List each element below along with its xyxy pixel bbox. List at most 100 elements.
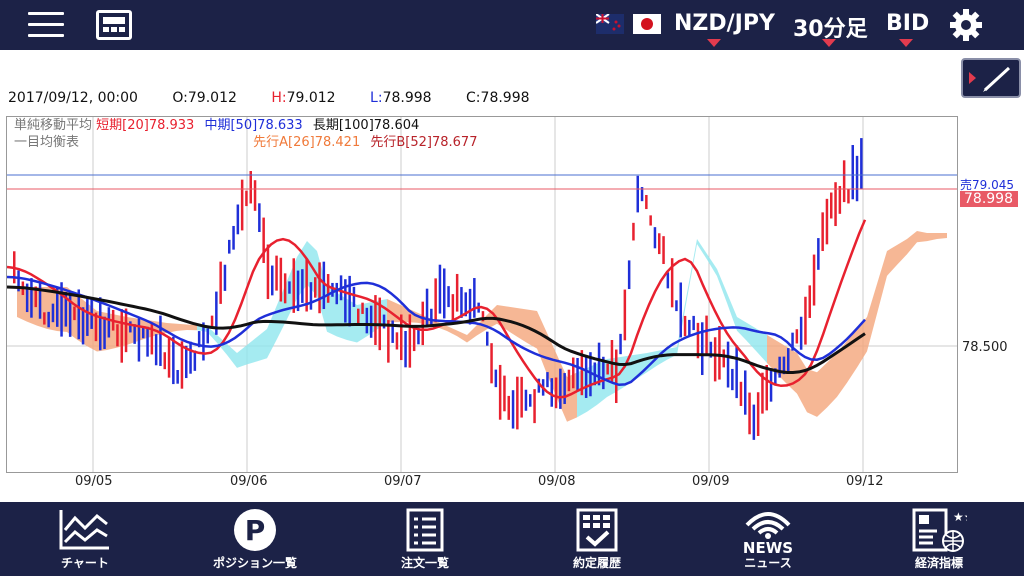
candlestick-chart xyxy=(6,117,957,472)
ichimoku-cloud xyxy=(867,284,877,352)
candlestick xyxy=(623,289,627,341)
candlestick xyxy=(584,355,588,398)
candlestick xyxy=(357,308,360,325)
candlestick xyxy=(417,328,420,345)
nav-executions-label: 約定履歴 xyxy=(572,556,621,570)
candlestick xyxy=(60,282,63,337)
candlestick xyxy=(795,329,799,344)
candlestick xyxy=(292,258,295,313)
candlestick xyxy=(494,369,498,388)
candlestick xyxy=(821,212,824,252)
price-level-label: 78.500 xyxy=(962,340,1008,355)
candlestick xyxy=(47,311,50,328)
x-label: 09/06 xyxy=(230,474,268,489)
menu-icon[interactable] xyxy=(28,10,68,40)
candlestick xyxy=(662,236,665,264)
candlestick xyxy=(649,215,652,226)
candlestick xyxy=(301,269,304,303)
candlestick xyxy=(627,260,631,290)
ohlc-open: O:79.012 xyxy=(172,90,237,106)
candlestick xyxy=(30,278,33,318)
x-label: 09/09 xyxy=(692,474,730,489)
candlestick xyxy=(314,277,317,298)
ichimoku-cloud xyxy=(177,323,187,331)
candlestick xyxy=(124,308,128,353)
drawing-tool-button[interactable] xyxy=(961,58,1021,98)
svg-text:NEWS: NEWS xyxy=(743,539,793,553)
candlestick xyxy=(129,321,132,333)
candlestick xyxy=(679,282,682,338)
candlestick xyxy=(404,330,407,368)
nav-news[interactable]: NEWS ニュース xyxy=(703,506,833,576)
ichimoku-cloud xyxy=(717,269,727,303)
candlestick xyxy=(206,328,209,344)
candlestick xyxy=(176,370,179,384)
ichimoku-cloud xyxy=(457,330,467,343)
nav-executions[interactable]: 約定履歴 xyxy=(532,506,662,576)
candlestick xyxy=(658,233,661,255)
nav-chart[interactable]: チャート xyxy=(20,506,150,576)
candlestick xyxy=(137,318,141,362)
candlestick xyxy=(451,294,455,320)
candlestick xyxy=(279,257,283,302)
ichimoku-cloud xyxy=(877,251,887,314)
candlestick xyxy=(705,315,708,356)
candlestick xyxy=(855,155,859,202)
candlestick xyxy=(752,404,756,440)
nav-economic-indicators[interactable]: ★★ 経済指標 xyxy=(874,506,1004,576)
candlestick xyxy=(722,349,725,368)
candlestick xyxy=(546,372,549,388)
candlestick xyxy=(262,217,265,264)
news-icon: NEWS xyxy=(703,506,833,554)
price-chart[interactable] xyxy=(6,116,958,473)
gear-icon[interactable] xyxy=(948,7,984,43)
x-label: 09/08 xyxy=(538,474,576,489)
candlestick xyxy=(395,332,399,350)
nav-positions[interactable]: P ポジション一覧 xyxy=(190,506,320,576)
candlestick xyxy=(369,305,373,338)
ichimoku-cloud xyxy=(897,239,907,265)
candlestick xyxy=(550,378,553,407)
candlestick xyxy=(51,303,55,323)
ichimoku-cloud xyxy=(807,369,817,417)
candlestick xyxy=(43,312,46,325)
currency-pair-selector[interactable]: NZD/JPY xyxy=(674,11,775,36)
ichimoku-cloud xyxy=(247,337,257,365)
candlestick xyxy=(597,342,601,386)
ichimoku-cloud xyxy=(727,293,737,331)
candlestick xyxy=(838,185,842,214)
timeframe-dropdown-icon xyxy=(822,39,836,47)
candlestick xyxy=(696,322,700,359)
nz-flag-icon xyxy=(595,13,624,34)
candlestick xyxy=(851,145,854,200)
ohlc-high: H:79.012 xyxy=(271,90,336,106)
nav-orders[interactable]: 注文一覧 xyxy=(360,506,490,576)
candlestick xyxy=(275,255,278,291)
candlestick xyxy=(812,254,816,306)
candlestick xyxy=(236,204,240,235)
ichimoku-cloud xyxy=(827,353,837,408)
candlestick xyxy=(490,343,493,384)
ohlc-readout: 2017/09/12, 00:00 O:79.012 H:79.012 L:78… xyxy=(8,90,560,106)
candlestick xyxy=(606,363,609,375)
bottom-navigation: チャート P ポジション一覧 注文一覧 約定履歴 NEWS ニュース ★★ 経済… xyxy=(0,502,1024,576)
layout-icon[interactable] xyxy=(96,10,132,40)
candlestick xyxy=(507,395,510,420)
candlestick xyxy=(645,194,648,210)
candlestick xyxy=(133,324,136,344)
top-bar: NZD/JPY 30分足 BID xyxy=(0,0,1024,50)
candlestick xyxy=(692,315,695,331)
ichimoku-cloud xyxy=(447,326,457,337)
price-type-selector[interactable]: BID xyxy=(886,11,929,36)
ichimoku-cloud xyxy=(697,239,707,260)
candlestick xyxy=(223,264,227,291)
candlestick xyxy=(326,274,330,303)
candlestick xyxy=(258,203,261,233)
candlestick xyxy=(610,340,614,382)
candlestick xyxy=(154,334,158,366)
candlestick xyxy=(529,394,532,407)
candlestick xyxy=(572,357,575,389)
candlestick xyxy=(713,337,717,382)
candlestick xyxy=(438,264,442,314)
candlestick xyxy=(817,238,820,270)
